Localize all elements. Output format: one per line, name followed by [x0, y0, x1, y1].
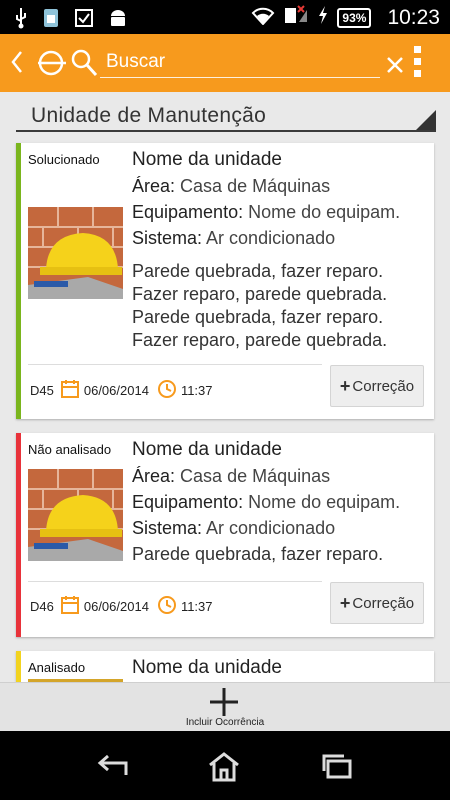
plus-icon: +	[339, 592, 351, 613]
unit-thumbnail-image	[28, 469, 123, 561]
unit-name: Nome da unidade	[132, 439, 282, 460]
correction-button[interactable]: + Correção	[330, 365, 424, 407]
signal-no-sim-icon	[283, 4, 309, 31]
correction-button-label: Correção	[352, 594, 415, 612]
description: Parede quebrada, fazer reparo.	[132, 544, 384, 564]
bottom-action-bar: Incluir Ocorrência	[0, 682, 450, 731]
battery-icon: 93%	[337, 7, 372, 28]
occurrence-date: 06/06/2014	[83, 599, 149, 614]
system-value: Ar condicionado	[206, 228, 336, 248]
correction-button-label: Correção	[352, 377, 415, 395]
occurrence-date: 06/06/2014	[83, 383, 149, 398]
area-value: Casa de Máquinas	[180, 176, 331, 196]
equipment-label: Equipamento:	[132, 492, 244, 512]
system-label: Sistema:	[132, 228, 203, 248]
occurrence-card[interactable]: Analisado Nome da unidade	[16, 651, 434, 682]
equipment-field: Equipamento: Nome do equipam.	[132, 202, 400, 223]
occurrence-time: 11:37	[180, 599, 213, 614]
description: Parede quebrada, fazer reparo. Fazer rep…	[132, 261, 388, 350]
system-field: Sistema: Ar condicionado	[132, 228, 335, 249]
clock-icon	[157, 379, 177, 402]
plus-icon: +	[339, 375, 351, 396]
system-navigation-bar	[0, 731, 450, 800]
correction-button[interactable]: + Correção	[330, 582, 424, 624]
status-strip	[16, 433, 21, 637]
area-label: Área:	[132, 176, 176, 196]
back-nav-icon[interactable]	[94, 751, 130, 786]
card-meta: D45 06/06/2014 11:37	[30, 379, 213, 402]
status-label: Solucionado	[28, 152, 100, 167]
charging-icon	[317, 5, 329, 30]
app-bar	[0, 34, 450, 92]
card-divider	[28, 581, 322, 582]
equipment-label: Equipamento:	[132, 202, 244, 222]
status-strip	[16, 143, 21, 419]
status-bar: 93% 10:23	[0, 0, 450, 34]
system-label: Sistema:	[132, 518, 203, 538]
checkbox-icon	[74, 8, 94, 33]
section-header: Unidade de Manutenção	[16, 102, 436, 132]
occurrence-code: D45	[30, 383, 54, 398]
search-field	[100, 48, 380, 78]
clock-icon	[157, 595, 177, 618]
occurrence-card[interactable]: Solucionado Nome da unidade Área: Casa d…	[16, 143, 434, 419]
usb-icon	[14, 7, 28, 34]
sim-icon	[42, 7, 60, 34]
equipment-value: Nome do equipam.	[248, 202, 401, 222]
area-field: Área: Casa de Máquinas	[132, 176, 330, 197]
occurrence-time: 11:37	[180, 383, 213, 398]
android-icon	[108, 7, 128, 34]
back-icon[interactable]	[10, 50, 24, 79]
unit-name: Nome da unidade	[132, 149, 282, 170]
calendar-icon	[60, 595, 80, 618]
card-meta: D46 06/06/2014 11:37	[30, 595, 213, 618]
status-label: Analisado	[28, 660, 86, 675]
unit-name: Nome da unidade	[132, 657, 282, 678]
system-field: Sistema: Ar condicionado	[132, 518, 335, 539]
occurrence-card[interactable]: Não analisado Nome da unidade Área: Casa…	[16, 433, 434, 637]
unit-thumbnail-image	[28, 207, 123, 299]
area-value: Casa de Máquinas	[180, 466, 331, 486]
app-logo-icon	[36, 48, 68, 83]
home-nav-icon[interactable]	[206, 751, 242, 788]
clear-search-icon[interactable]	[386, 56, 404, 79]
equipment-value: Nome do equipam.	[248, 492, 401, 512]
overflow-menu-icon[interactable]	[414, 46, 421, 77]
system-value: Ar condicionado	[206, 518, 336, 538]
section-corner-decoration	[416, 110, 436, 130]
search-icon[interactable]	[70, 48, 98, 83]
search-input[interactable]	[100, 48, 380, 73]
add-occurrence-label: Incluir Ocorrência	[185, 717, 265, 728]
recent-apps-icon[interactable]	[320, 751, 356, 786]
clock: 10:23	[387, 5, 440, 29]
status-strip	[16, 651, 21, 682]
add-occurrence-button[interactable]: Incluir Ocorrência	[150, 683, 300, 732]
calendar-icon	[60, 379, 80, 402]
occurrence-code: D46	[30, 599, 54, 614]
card-divider	[28, 364, 322, 365]
area-field: Área: Casa de Máquinas	[132, 466, 330, 487]
status-label: Não analisado	[28, 442, 112, 457]
equipment-field: Equipamento: Nome do equipam.	[132, 492, 400, 513]
wifi-icon	[251, 5, 275, 30]
area-label: Área:	[132, 466, 176, 486]
section-title: Unidade de Manutenção	[31, 104, 267, 127]
